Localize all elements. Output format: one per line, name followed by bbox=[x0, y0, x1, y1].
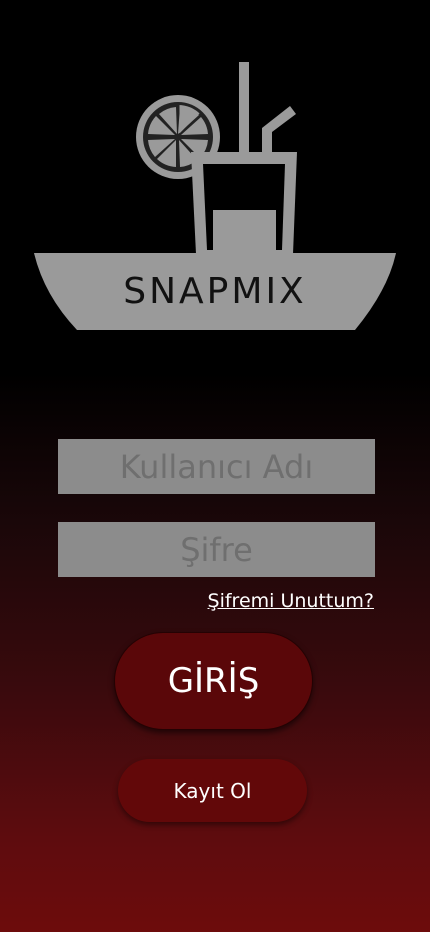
boat-glass-logo-icon bbox=[34, 62, 396, 330]
brand-name: SNAPMIX bbox=[123, 271, 307, 312]
login-button[interactable]: GİRİŞ bbox=[114, 632, 313, 730]
forgot-password-link[interactable]: Şifremi Unuttum? bbox=[208, 590, 374, 612]
bent-straw-icon bbox=[262, 106, 296, 152]
register-button-label: Kayıt Ol bbox=[173, 778, 252, 803]
password-input[interactable] bbox=[58, 522, 375, 577]
login-button-label: GİRİŞ bbox=[167, 661, 260, 701]
glass-icon bbox=[191, 152, 297, 254]
username-input[interactable] bbox=[58, 439, 375, 494]
register-button[interactable]: Kayıt Ol bbox=[118, 759, 307, 822]
snapmix-logo: SNAPMIX bbox=[0, 0, 430, 400]
